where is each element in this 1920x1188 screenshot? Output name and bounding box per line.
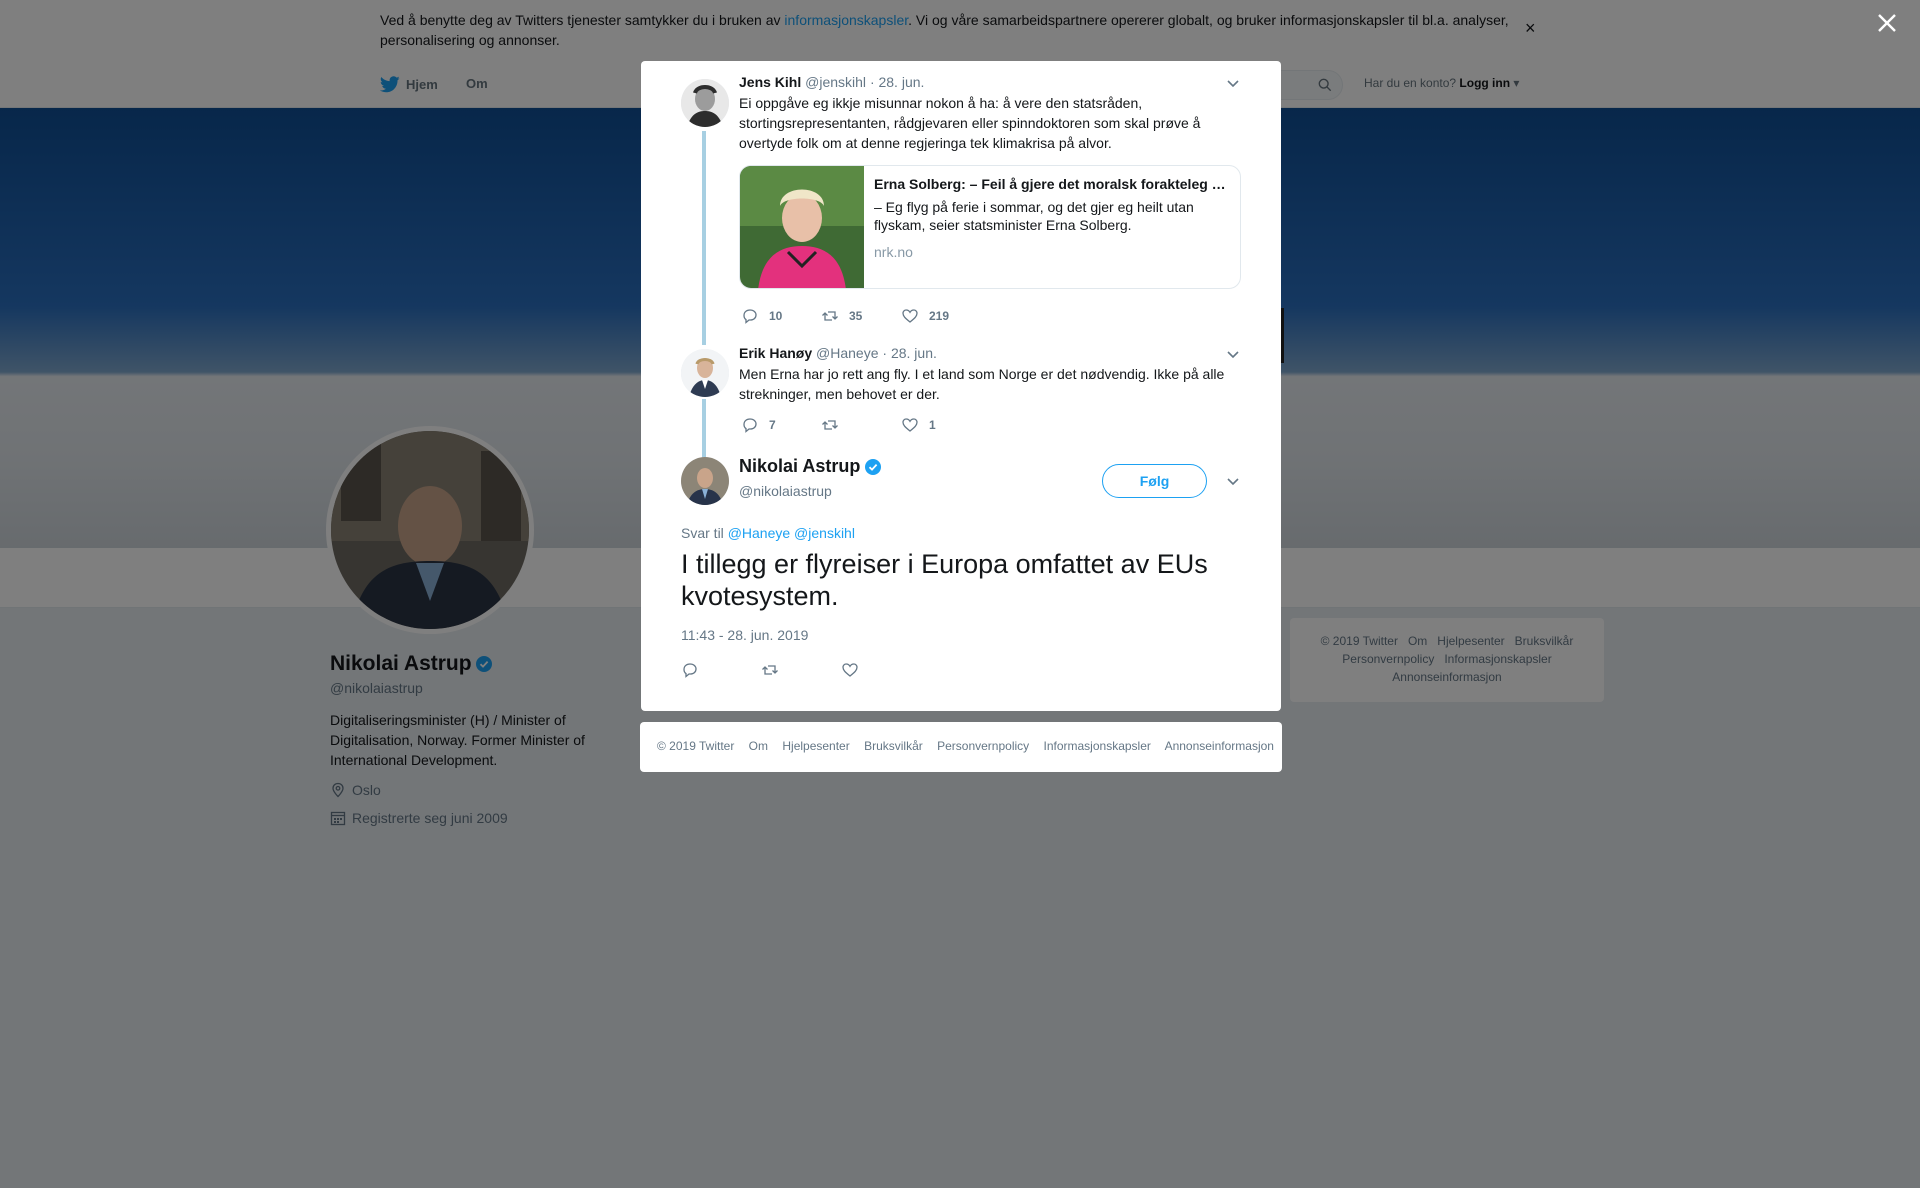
verified-icon bbox=[865, 458, 882, 475]
footer-link[interactable]: Personvernpolicy bbox=[937, 739, 1029, 753]
like-button[interactable]: 1 bbox=[901, 416, 936, 434]
tweet-author-name[interactable]: Erik Hanøy bbox=[739, 345, 812, 361]
like-icon bbox=[842, 663, 858, 677]
main-tweet-author-name: Nikolai Astrup bbox=[739, 456, 861, 476]
retweet-count: 35 bbox=[849, 309, 863, 323]
tweet-author-handle[interactable]: @Haneye bbox=[816, 345, 878, 361]
retweet-button[interactable] bbox=[821, 416, 849, 434]
tweet-author-handle[interactable]: @jenskihl bbox=[805, 74, 866, 90]
like-button[interactable] bbox=[841, 661, 859, 679]
like-icon bbox=[902, 309, 918, 323]
tweet-date[interactable]: · 28. jun. bbox=[870, 74, 924, 90]
reply-count: 10 bbox=[769, 309, 783, 323]
retweet-button[interactable]: 35 bbox=[821, 307, 862, 325]
card-image bbox=[740, 166, 864, 288]
main-tweet-author[interactable]: Nikolai Astrup bbox=[739, 456, 882, 477]
avatar-jens-kihl bbox=[681, 79, 729, 127]
footer-link[interactable]: Annonseinformasjon bbox=[1165, 739, 1274, 753]
footer-link[interactable]: Informasjonskapsler bbox=[1044, 739, 1151, 753]
reply-to: Svar til @Haneye @jenskihl bbox=[681, 525, 855, 541]
reply-button[interactable] bbox=[681, 661, 699, 679]
reply-button[interactable]: 10 bbox=[741, 307, 782, 325]
reply-to-users[interactable]: @Haneye @jenskihl bbox=[728, 525, 855, 541]
tweet-text: Ei oppgåve eg ikkje misunnar nokon å ha:… bbox=[739, 95, 1201, 151]
reply-button[interactable]: 7 bbox=[741, 416, 776, 434]
avatar-erik-hanoy bbox=[681, 349, 729, 397]
avatar-nikolai-astrup bbox=[681, 457, 729, 505]
main-tweet-handle[interactable]: @nikolaiastrup bbox=[739, 483, 832, 499]
footer-link[interactable]: © 2019 Twitter bbox=[657, 739, 734, 753]
main-tweet-timestamp[interactable]: 11:43 - 28. jun. 2019 bbox=[681, 627, 808, 643]
reply-count: 7 bbox=[769, 418, 776, 432]
retweet-icon bbox=[822, 420, 838, 430]
reply-to-label: Svar til bbox=[681, 525, 724, 541]
tweet-text: Men Erna har jo rett ang fly. I et land … bbox=[739, 366, 1225, 402]
retweet-icon bbox=[762, 665, 778, 675]
tweet-date[interactable]: · 28. jun. bbox=[882, 345, 936, 361]
tweet-header: Jens Kihl @jenskihl · 28. jun. bbox=[739, 74, 924, 90]
card-title: Erna Solberg: – Feil å gjere det moralsk… bbox=[874, 176, 1230, 192]
chevron-down-icon[interactable] bbox=[1226, 79, 1240, 89]
reply-icon bbox=[743, 418, 757, 433]
footer-link[interactable]: Om bbox=[749, 739, 768, 753]
like-count: 1 bbox=[929, 418, 936, 432]
link-card[interactable]: Erna Solberg: – Feil å gjere det moralsk… bbox=[739, 165, 1241, 289]
tweet-modal: Jens Kihl @jenskihl · 28. jun. Ei oppgåv… bbox=[641, 61, 1281, 711]
avatar[interactable] bbox=[681, 79, 729, 127]
like-icon bbox=[902, 418, 918, 432]
thread-line bbox=[702, 399, 706, 459]
like-count: 219 bbox=[929, 309, 950, 323]
close-icon[interactable] bbox=[1876, 12, 1898, 34]
main-tweet-text: I tillegg er flyreiser i Europa omfattet… bbox=[681, 549, 1208, 611]
reply-icon bbox=[683, 663, 697, 678]
footer-link[interactable]: Bruksvilkår bbox=[864, 739, 923, 753]
follow-button[interactable]: Følg bbox=[1102, 464, 1207, 498]
chevron-down-icon[interactable] bbox=[1226, 350, 1240, 360]
avatar[interactable] bbox=[681, 349, 729, 397]
like-button[interactable]: 219 bbox=[901, 307, 949, 325]
tweet-author-name[interactable]: Jens Kihl bbox=[739, 74, 801, 90]
card-domain: nrk.no bbox=[874, 244, 913, 260]
retweet-icon bbox=[822, 311, 838, 321]
thread-line bbox=[702, 131, 706, 345]
card-description: – Eg flyg på ferie i sommar, og det gjer… bbox=[874, 199, 1194, 233]
reply-icon bbox=[743, 309, 757, 324]
footer-link[interactable]: Hjelpesenter bbox=[782, 739, 849, 753]
chevron-down-icon[interactable] bbox=[1226, 477, 1240, 487]
avatar[interactable] bbox=[681, 457, 729, 505]
retweet-button[interactable] bbox=[761, 661, 779, 679]
modal-footer: © 2019 Twitter Om Hjelpesenter Bruksvilk… bbox=[640, 722, 1282, 772]
tweet-header: Erik Hanøy @Haneye · 28. jun. bbox=[739, 345, 937, 361]
